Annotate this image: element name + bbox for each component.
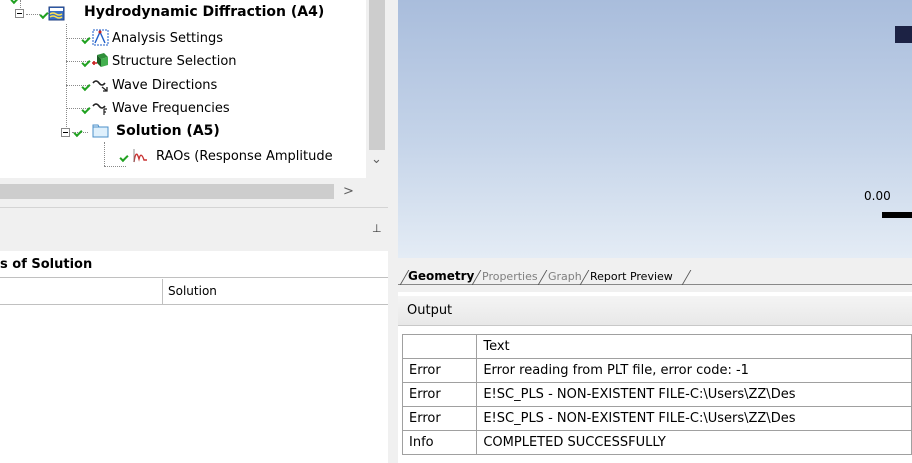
analysis-settings-icon	[92, 29, 109, 46]
status-ok-icon	[119, 152, 129, 163]
table-row[interactable]: Info COMPLETED SUCCESSFULLY	[401, 430, 912, 455]
message-text: E!SC_PLS - NON-EXISTENT FILE-C:\Users\ZZ…	[476, 382, 912, 407]
wave-frequencies-icon	[92, 103, 107, 115]
hydrodynamic-diffraction-icon	[48, 6, 65, 21]
status-ok-icon	[81, 57, 91, 68]
tab-properties[interactable]: Properties	[482, 270, 538, 286]
tree-item-label: RAOs (Response Amplitude	[156, 149, 333, 164]
tree-vertical-scrollbar[interactable]: ⌄	[366, 0, 388, 178]
message-text: Error reading from PLT file, error code:…	[476, 358, 912, 383]
tree-connector	[104, 166, 126, 167]
table-row[interactable]: Error E!SC_PLS - NON-EXISTENT FILE-C:\Us…	[401, 382, 912, 407]
scale-ruler-value: 0.00	[864, 189, 891, 203]
tree-item-label: Structure Selection	[112, 54, 237, 69]
message-type: Error	[401, 358, 478, 383]
tree-item-label: Hydrodynamic Diffraction (A4)	[84, 4, 325, 20]
scrollbar-thumb[interactable]	[0, 184, 334, 199]
tree-item-label: Solution (A5)	[116, 123, 220, 139]
details-row-value: Solution	[168, 284, 217, 298]
tree-horizontal-scrollbar[interactable]: >	[0, 178, 366, 207]
tree-item-label: Wave Directions	[112, 78, 218, 93]
details-group-title: s of Solution	[0, 252, 388, 278]
scroll-down-icon[interactable]: ⌄	[371, 152, 382, 167]
status-ok-icon	[81, 104, 91, 115]
wave-directions-icon	[92, 80, 108, 92]
viewport-triad-block	[895, 26, 912, 43]
collapse-toggle[interactable]	[15, 9, 24, 18]
tab-separator	[681, 270, 692, 285]
status-ok-icon	[73, 127, 83, 138]
status-ok-icon	[10, 0, 20, 5]
rao-icon	[133, 149, 147, 163]
panel-splitter[interactable]	[388, 0, 398, 463]
message-type: Error	[401, 406, 478, 431]
details-header: ⊥	[0, 207, 388, 251]
status-ok-icon	[81, 81, 91, 92]
output-title: Output	[398, 296, 912, 326]
collapse-toggle[interactable]	[61, 128, 70, 137]
tree-connector	[66, 24, 67, 129]
structure-selection-icon	[92, 53, 108, 67]
view-tab-strip: Geometry Properties Graph Report Preview	[398, 258, 912, 292]
tree-item-label: Wave Frequencies	[112, 101, 230, 116]
column-header	[401, 334, 478, 359]
table-header-row: Text	[401, 334, 912, 359]
table-row[interactable]: Error Error reading from PLT file, error…	[401, 358, 912, 383]
pin-icon[interactable]: ⊥	[372, 222, 382, 235]
scrollbar-thumb[interactable]	[369, 0, 385, 150]
scale-ruler-bar	[882, 212, 912, 218]
scrollbar-corner	[366, 178, 388, 207]
status-ok-icon	[81, 34, 91, 45]
cell-divider	[162, 279, 163, 305]
tab-report-preview[interactable]: Report Preview	[590, 270, 673, 286]
message-type: Info	[401, 430, 478, 455]
table-row[interactable]: Error E!SC_PLS - NON-EXISTENT FILE-C:\Us…	[401, 406, 912, 431]
tree-connector	[104, 142, 105, 166]
details-panel: ⊥ s of Solution Solution	[0, 207, 388, 463]
solution-folder-icon	[92, 124, 109, 138]
tab-graph[interactable]: Graph	[548, 270, 582, 286]
tab-separator	[537, 270, 548, 285]
output-table: Text Error Error reading from PLT file, …	[401, 334, 912, 455]
message-text: E!SC_PLS - NON-EXISTENT FILE-C:\Users\ZZ…	[476, 406, 912, 431]
project-tree-panel: Hydrodynamic Diffraction (A4) Analysis S…	[0, 0, 388, 207]
output-panel: Output Text Error Error reading from PLT…	[398, 292, 912, 463]
details-row[interactable]: Solution	[0, 279, 388, 305]
message-text: COMPLETED SUCCESSFULLY	[476, 430, 912, 455]
scroll-right-icon[interactable]: >	[343, 184, 354, 199]
tree-item-label: Analysis Settings	[112, 31, 224, 46]
column-header: Text	[476, 334, 912, 359]
tab-geometry[interactable]: Geometry	[408, 269, 474, 285]
message-type: Error	[401, 382, 478, 407]
tree-connector	[26, 14, 40, 15]
graphics-viewport[interactable]: 0.00	[398, 0, 912, 258]
